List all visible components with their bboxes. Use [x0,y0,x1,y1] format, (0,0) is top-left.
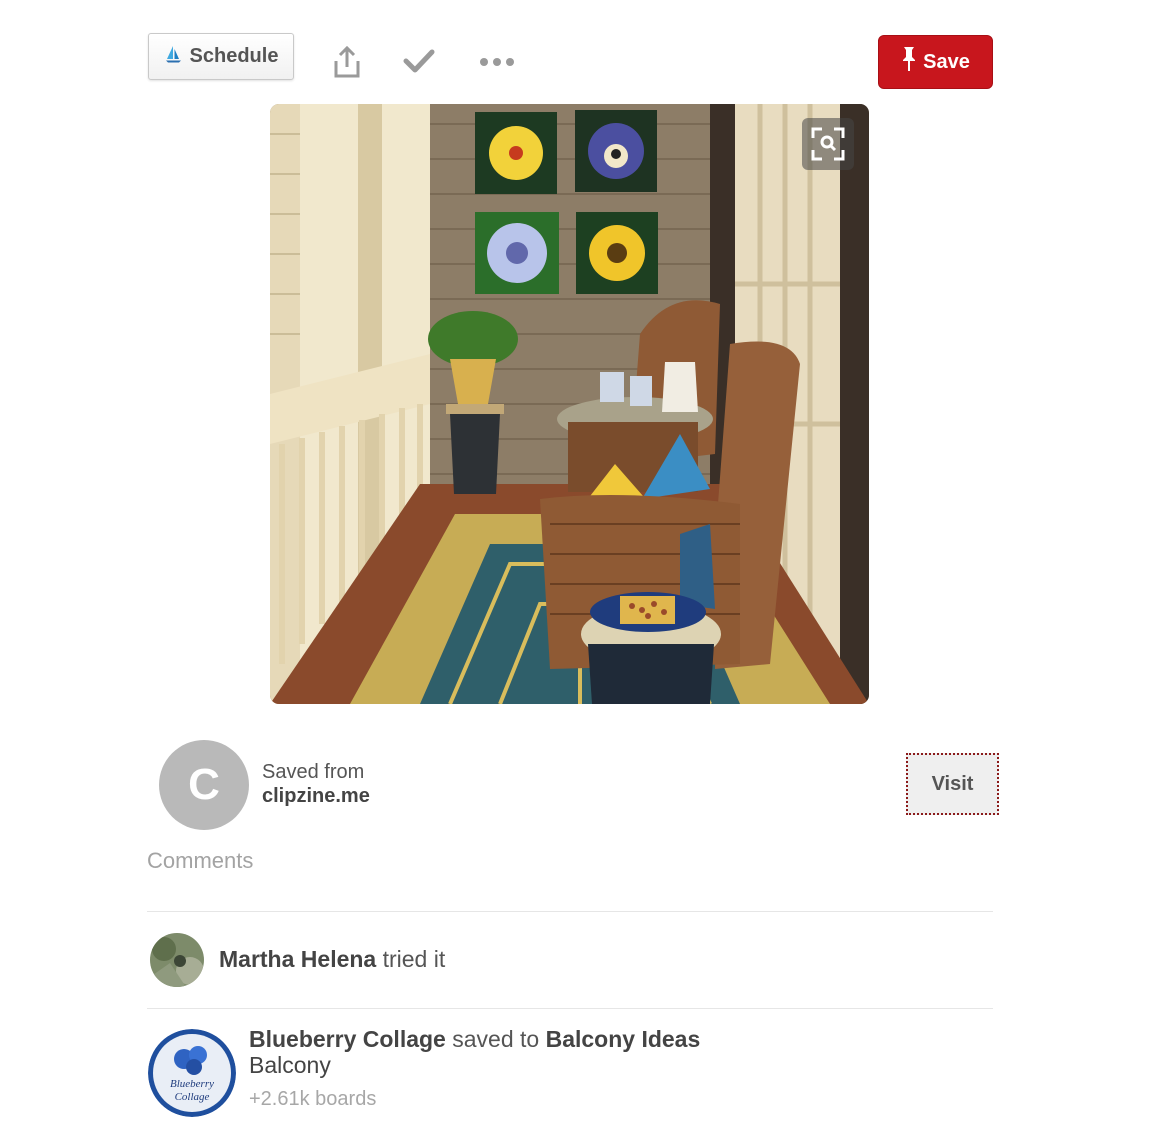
user-name-link[interactable]: Martha Helena [219,946,376,972]
save-label: Save [923,50,970,73]
checkmark-icon[interactable] [401,45,437,77]
user-avatar[interactable]: Blueberry Collage [148,1029,236,1117]
source-avatar[interactable]: C [159,740,249,830]
board-name-link[interactable]: Balcony Ideas [546,1026,701,1052]
activity-action: tried it [382,946,446,972]
source-domain-link[interactable]: clipzine.me [262,785,370,808]
visual-search-icon[interactable] [802,118,854,170]
svg-text:Collage: Collage [175,1091,210,1103]
divider [147,1008,993,1009]
board-description: Balcony [249,1052,331,1078]
schedule-button[interactable]: Schedule [148,33,294,80]
saved-activity: Blueberry Collage saved to Balcony Ideas [249,1026,700,1053]
save-button[interactable]: Save [878,35,993,89]
comments-heading: Comments [147,848,254,873]
divider [147,911,993,912]
share-icon[interactable] [330,44,364,80]
svg-text:Blueberry: Blueberry [170,1078,214,1090]
schedule-label: Schedule [189,45,279,67]
sailboat-icon [164,44,184,70]
activity-action: saved to [452,1026,540,1052]
board-count-link[interactable]: +2.61k boards [249,1088,376,1111]
visit-label: Visit [931,772,974,795]
pushpin-icon [901,46,917,78]
pin-image[interactable] [270,104,869,704]
user-avatar[interactable] [150,933,204,987]
source-avatar-letter: C [188,760,220,809]
saved-from-label: Saved from [262,761,365,783]
tried-activity: Martha Helena tried it [219,946,445,973]
visit-button[interactable]: Visit [906,753,999,815]
user-name-link[interactable]: Blueberry Collage [249,1026,446,1052]
more-options-icon[interactable] [476,50,518,74]
